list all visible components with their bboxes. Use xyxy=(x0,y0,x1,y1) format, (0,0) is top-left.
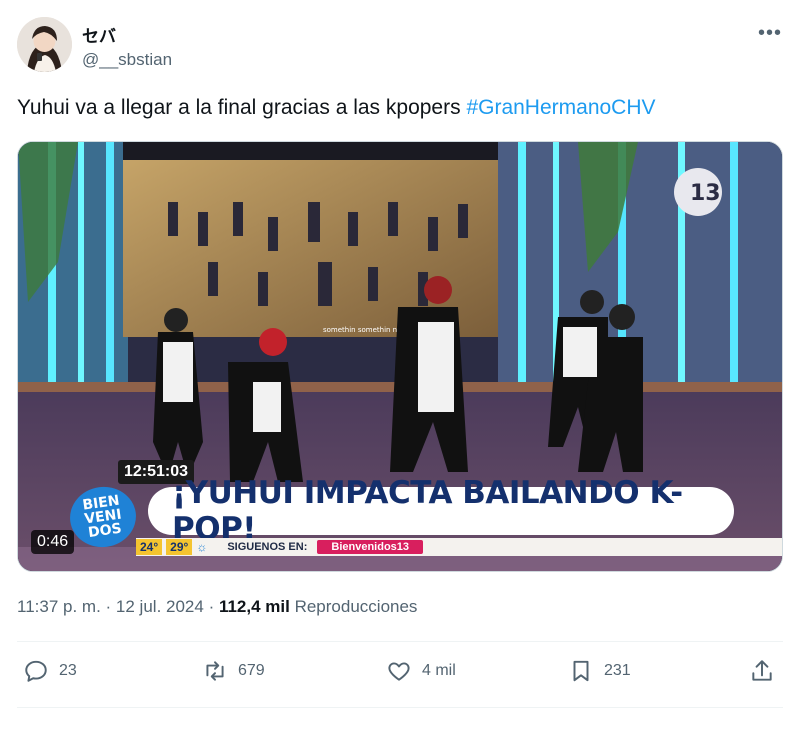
share-icon xyxy=(752,660,772,681)
repost-icon xyxy=(206,661,224,681)
screen-caption: somethin somethin new xyxy=(323,326,407,334)
divider xyxy=(17,641,783,642)
tweet-text: Yuhui va a llegar a la final gracias a l… xyxy=(17,94,656,122)
user-handle[interactable]: @__sbstian xyxy=(82,50,172,70)
avatar[interactable] xyxy=(17,17,72,72)
more-options-icon[interactable]: ••• xyxy=(758,22,782,45)
video-player[interactable]: somethin somethin new 13 12:51:03 BIEN V… xyxy=(17,141,783,572)
divider xyxy=(17,707,783,708)
repost-count: 679 xyxy=(238,662,265,679)
views-label: Reproducciones xyxy=(294,597,418,616)
show-logo-line: DOS xyxy=(87,520,123,542)
temp-min: 24° xyxy=(136,539,163,555)
temp-max: 29° xyxy=(166,539,193,555)
action-bar: 23 679 4 mil 231 xyxy=(17,658,783,694)
separator: · xyxy=(208,597,219,616)
svg-text:13: 13 xyxy=(690,181,721,206)
repost-button[interactable]: 679 xyxy=(202,658,265,684)
bookmark-button[interactable]: 231 xyxy=(568,658,631,684)
tweet-meta: 11:37 p. m. · 12 jul. 2024 · 112,4 mil R… xyxy=(17,597,417,617)
bookmark-count: 231 xyxy=(604,662,631,679)
reply-button[interactable]: 23 xyxy=(23,658,77,684)
channel-handle: Bienvenidos13 xyxy=(317,540,424,554)
views-count: 112,4 mil xyxy=(218,597,290,616)
bookmark-icon xyxy=(573,660,589,682)
reply-icon xyxy=(25,660,47,682)
tweet-time[interactable]: 11:37 p. m. xyxy=(17,597,101,616)
ticker-bar: 24° 29° ☼ SIGUENOS EN: Bienvenidos13 xyxy=(136,538,782,556)
video-duration: 0:46 xyxy=(31,530,75,554)
heart-icon xyxy=(388,662,410,681)
sun-icon: ☼ xyxy=(196,540,208,554)
display-name[interactable]: セバ xyxy=(82,22,116,47)
share-button[interactable] xyxy=(749,658,785,684)
separator: · xyxy=(105,597,116,616)
like-button[interactable]: 4 mil xyxy=(386,658,456,684)
reply-count: 23 xyxy=(59,662,77,679)
follow-label: SIGUENOS EN: xyxy=(227,541,308,553)
tweet-date[interactable]: 12 jul. 2024 xyxy=(116,597,204,616)
headline-banner: ¡YUHUI IMPACTA BAILANDO K-POP! xyxy=(148,475,734,547)
like-count: 4 mil xyxy=(422,662,456,679)
tweet-body: Yuhui va a llegar a la final gracias a l… xyxy=(17,96,467,119)
hashtag-link[interactable]: #GranHermanoCHV xyxy=(466,96,655,119)
